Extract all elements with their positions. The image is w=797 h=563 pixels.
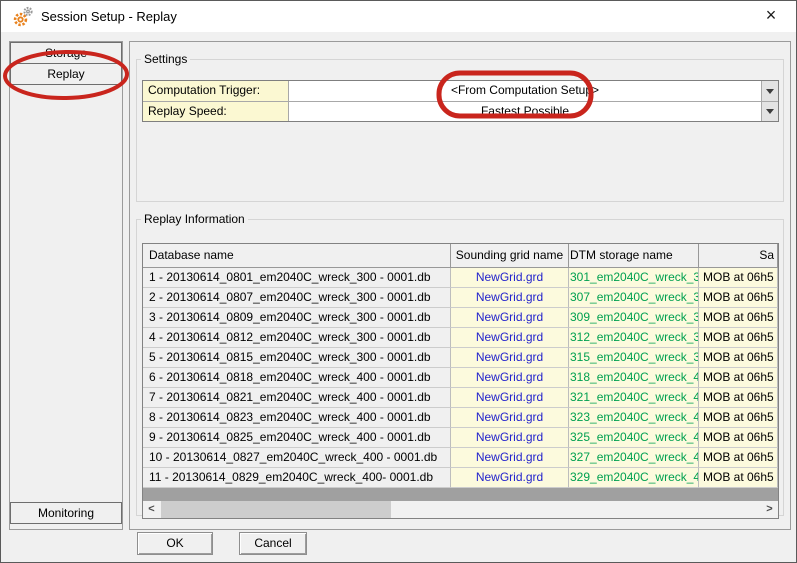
- chevron-down-icon: [766, 89, 774, 94]
- cell-dtm-storage-name: 312_em2040C_wreck_300: [569, 328, 699, 348]
- settings-group-label: Settings: [141, 52, 190, 66]
- cell-dtm-storage-name: 329_em2040C_wreck_400: [569, 468, 699, 488]
- cell-database-name: 8 - 20130614_0823_em2040C_wreck_400 - 00…: [143, 408, 451, 428]
- cell-sample: MOB at 06h5: [699, 348, 778, 368]
- table-row[interactable]: 11 - 20130614_0829_em2040C_wreck_400- 00…: [143, 468, 778, 488]
- table-row[interactable]: 9 - 20130614_0825_em2040C_wreck_400 - 00…: [143, 428, 778, 448]
- table-row[interactable]: 6 - 20130614_0818_em2040C_wreck_400 - 00…: [143, 368, 778, 388]
- scrollbar-thumb[interactable]: [161, 501, 391, 518]
- session-setup-dialog: Session Setup - Replay × Storage Replay …: [0, 0, 797, 563]
- replay-speed-row: Replay Speed: Fastest Possible: [143, 101, 778, 121]
- cell-dtm-storage-name: 309_em2040C_wreck_300: [569, 308, 699, 328]
- cell-sounding-grid-name: NewGrid.grd: [451, 408, 569, 428]
- cell-sample: MOB at 06h5: [699, 308, 778, 328]
- chevron-down-icon: [766, 109, 774, 114]
- cell-database-name: 4 - 20130614_0812_em2040C_wreck_300 - 00…: [143, 328, 451, 348]
- column-header-dtm-storage-name[interactable]: DTM storage name: [569, 244, 699, 268]
- sidebar-item-monitoring[interactable]: Monitoring: [10, 502, 122, 524]
- table-header-row: Database name Sounding grid name DTM sto…: [143, 244, 778, 268]
- sidebar-item-replay[interactable]: Replay: [10, 63, 122, 85]
- cell-dtm-storage-name: 321_em2040C_wreck_400: [569, 388, 699, 408]
- cell-sounding-grid-name: NewGrid.grd: [451, 428, 569, 448]
- computation-trigger-value[interactable]: <From Computation Setup>: [289, 81, 761, 101]
- cell-database-name: 1 - 20130614_0801_em2040C_wreck_300 - 00…: [143, 268, 451, 288]
- table-row[interactable]: 1 - 20130614_0801_em2040C_wreck_300 - 00…: [143, 268, 778, 288]
- table-row[interactable]: 5 - 20130614_0815_em2040C_wreck_300 - 00…: [143, 348, 778, 368]
- cell-sounding-grid-name: NewGrid.grd: [451, 268, 569, 288]
- table-row[interactable]: 4 - 20130614_0812_em2040C_wreck_300 - 00…: [143, 328, 778, 348]
- cell-sounding-grid-name: NewGrid.grd: [451, 468, 569, 488]
- cell-database-name: 9 - 20130614_0825_em2040C_wreck_400 - 00…: [143, 428, 451, 448]
- cell-database-name: 3 - 20130614_0809_em2040C_wreck_300 - 00…: [143, 308, 451, 328]
- cell-sample: MOB at 06h5: [699, 428, 778, 448]
- table-empty-filler: [143, 488, 778, 501]
- cell-database-name: 7 - 20130614_0821_em2040C_wreck_400 - 00…: [143, 388, 451, 408]
- cell-sounding-grid-name: NewGrid.grd: [451, 348, 569, 368]
- replay-information-group-label: Replay Information: [141, 212, 248, 226]
- column-header-sample[interactable]: Sa: [699, 244, 778, 268]
- cell-database-name: 5 - 20130614_0815_em2040C_wreck_300 - 00…: [143, 348, 451, 368]
- table-row[interactable]: 10 - 20130614_0827_em2040C_wreck_400 - 0…: [143, 448, 778, 468]
- replay-speed-label: Replay Speed:: [143, 102, 289, 121]
- settings-group: Settings Computation Trigger: <From Comp…: [136, 52, 784, 202]
- cell-database-name: 6 - 20130614_0818_em2040C_wreck_400 - 00…: [143, 368, 451, 388]
- cell-database-name: 10 - 20130614_0827_em2040C_wreck_400 - 0…: [143, 448, 451, 468]
- cancel-button[interactable]: Cancel: [239, 532, 307, 555]
- cell-sample: MOB at 06h5: [699, 288, 778, 308]
- cell-sample: MOB at 06h5: [699, 408, 778, 428]
- cell-dtm-storage-name: 307_em2040C_wreck_300: [569, 288, 699, 308]
- cell-sounding-grid-name: NewGrid.grd: [451, 328, 569, 348]
- cell-sample: MOB at 06h5: [699, 388, 778, 408]
- close-icon[interactable]: ×: [756, 1, 786, 32]
- scroll-left-icon[interactable]: <: [143, 501, 160, 518]
- cell-database-name: 2 - 20130614_0807_em2040C_wreck_300 - 00…: [143, 288, 451, 308]
- computation-trigger-label: Computation Trigger:: [143, 81, 289, 101]
- cell-database-name: 11 - 20130614_0829_em2040C_wreck_400- 00…: [143, 468, 451, 488]
- column-header-database-name[interactable]: Database name: [143, 244, 451, 268]
- computation-trigger-dropdown-button[interactable]: [761, 81, 778, 101]
- table-row[interactable]: 2 - 20130614_0807_em2040C_wreck_300 - 00…: [143, 288, 778, 308]
- cell-sample: MOB at 06h5: [699, 268, 778, 288]
- horizontal-scrollbar[interactable]: < >: [143, 501, 778, 518]
- cell-sample: MOB at 06h5: [699, 328, 778, 348]
- cell-sounding-grid-name: NewGrid.grd: [451, 388, 569, 408]
- cell-sounding-grid-name: NewGrid.grd: [451, 288, 569, 308]
- cell-sample: MOB at 06h5: [699, 468, 778, 488]
- replay-speed-value[interactable]: Fastest Possible: [289, 102, 761, 121]
- cell-dtm-storage-name: 325_em2040C_wreck_400: [569, 428, 699, 448]
- title-bar: Session Setup - Replay ×: [1, 1, 796, 32]
- main-panel: Settings Computation Trigger: <From Comp…: [129, 41, 791, 530]
- sidebar-item-storage[interactable]: Storage: [10, 42, 122, 64]
- cell-sample: MOB at 06h5: [699, 368, 778, 388]
- table-row[interactable]: 8 - 20130614_0823_em2040C_wreck_400 - 00…: [143, 408, 778, 428]
- settings-grid: Computation Trigger: <From Computation S…: [142, 80, 779, 122]
- table-row[interactable]: 3 - 20130614_0809_em2040C_wreck_300 - 00…: [143, 308, 778, 328]
- column-header-sounding-grid-name[interactable]: Sounding grid name: [451, 244, 569, 268]
- cell-sounding-grid-name: NewGrid.grd: [451, 448, 569, 468]
- scrollbar-track[interactable]: [160, 501, 761, 518]
- replay-table: Database name Sounding grid name DTM sto…: [142, 243, 779, 519]
- cell-dtm-storage-name: 318_em2040C_wreck_400: [569, 368, 699, 388]
- table-row[interactable]: 7 - 20130614_0821_em2040C_wreck_400 - 00…: [143, 388, 778, 408]
- cell-dtm-storage-name: 301_em2040C_wreck_300: [569, 268, 699, 288]
- replay-information-group: Replay Information Database name Soundin…: [136, 212, 784, 516]
- cell-dtm-storage-name: 315_em2040C_wreck_300: [569, 348, 699, 368]
- cell-sample: MOB at 06h5: [699, 448, 778, 468]
- table-body: 1 - 20130614_0801_em2040C_wreck_300 - 00…: [143, 268, 778, 488]
- ok-button[interactable]: OK: [137, 532, 213, 555]
- cell-sounding-grid-name: NewGrid.grd: [451, 368, 569, 388]
- sidebar: Storage Replay Monitoring: [9, 41, 123, 530]
- cell-sounding-grid-name: NewGrid.grd: [451, 308, 569, 328]
- cell-dtm-storage-name: 327_em2040C_wreck_400: [569, 448, 699, 468]
- computation-trigger-row: Computation Trigger: <From Computation S…: [143, 81, 778, 101]
- scroll-right-icon[interactable]: >: [761, 501, 778, 518]
- window-title: Session Setup - Replay: [41, 1, 177, 32]
- cell-dtm-storage-name: 323_em2040C_wreck_400: [569, 408, 699, 428]
- gears-app-icon: [11, 5, 35, 29]
- replay-speed-dropdown-button[interactable]: [761, 102, 778, 121]
